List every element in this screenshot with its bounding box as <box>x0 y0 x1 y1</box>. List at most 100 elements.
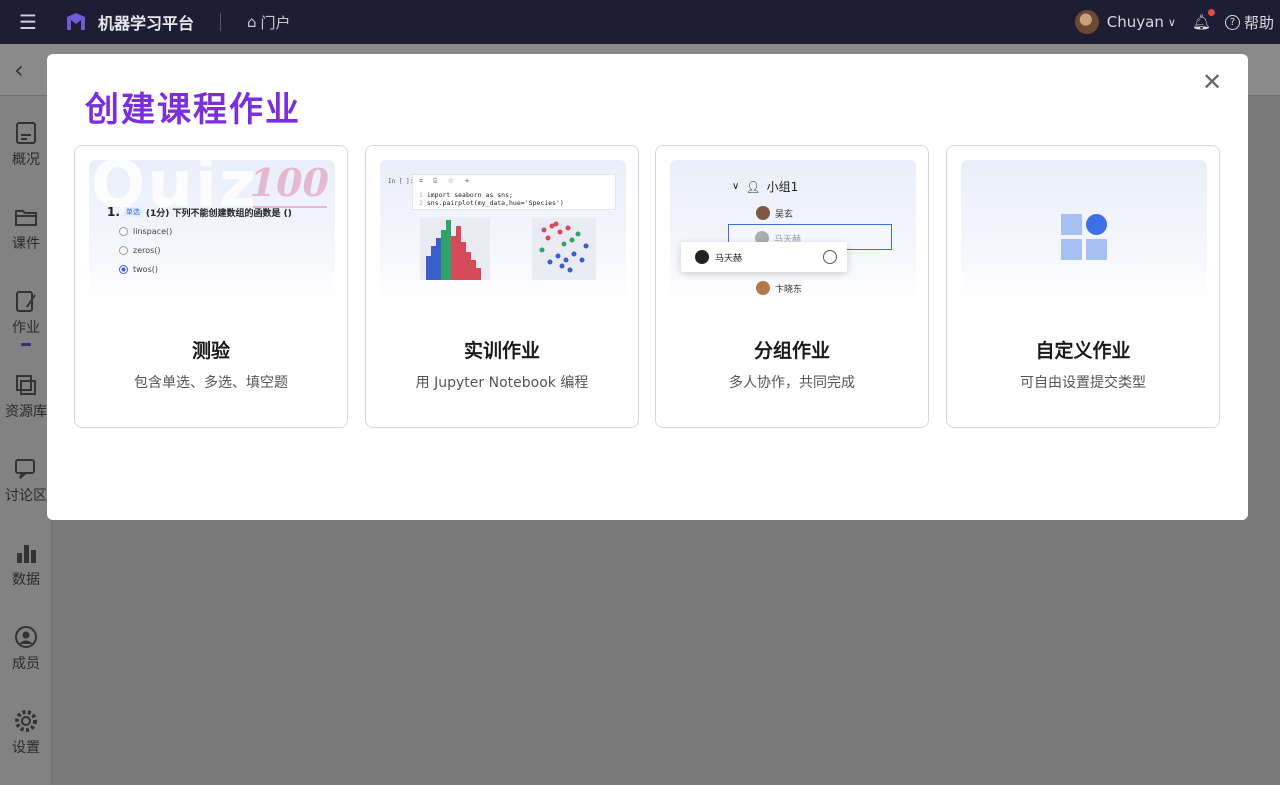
notification-dot <box>1207 9 1215 16</box>
portal-label: 门户 <box>260 13 291 32</box>
avatar <box>756 206 770 220</box>
group-name: 小组1 <box>766 180 799 194</box>
avatar[interactable] <box>1074 10 1099 34</box>
back-arrow-icon[interactable]: ‹ <box>14 56 24 84</box>
help-link[interactable]: ? 帮助 <box>1224 12 1274 33</box>
group-header: ∨ 👤︎ 小组1 <box>732 178 798 195</box>
sidebar-item-courseware[interactable]: 课件 <box>0 194 52 264</box>
sidebar-item-settings[interactable]: 设置 <box>0 698 52 768</box>
resource-icon <box>16 375 36 395</box>
member-name: 吴玄 <box>775 209 794 220</box>
card-description: 多人协作，共同完成 <box>729 375 855 391</box>
member-name: 马天赫 <box>715 253 743 264</box>
sidebar-item-label: 概况 <box>12 152 40 168</box>
left-sidebar: 概况 课件 作业 资源库 讨论区 数据 成员 设置 <box>0 96 52 785</box>
card-title: 测验 <box>191 340 230 362</box>
divider <box>220 13 222 31</box>
dragging-member-card: 马天赫 <box>681 242 847 272</box>
code-line: sns.pairplot(my_data,hue='Species') <box>426 199 564 207</box>
block-icon <box>1086 239 1107 260</box>
scatter-plot-icon <box>532 218 596 280</box>
sidebar-item-label: 数据 <box>12 572 40 588</box>
discussion-icon <box>15 459 35 479</box>
platform-logo <box>67 13 85 30</box>
custom-preview <box>961 160 1207 305</box>
avatar <box>695 250 709 264</box>
topbar-right: Chuyan ∨ 🔔︎ ? 帮助 <box>1074 0 1280 44</box>
quiz-option: linspace() <box>119 227 172 236</box>
close-icon[interactable]: ✕ <box>1198 68 1226 96</box>
card-description: 可自由设置提交类型 <box>1020 375 1146 391</box>
sidebar-item-label: 成员 <box>12 656 40 672</box>
question-number: 1. <box>107 205 120 219</box>
card-jupyter[interactable]: In [ ]: ⌗ ⌸ ☆ + 1 import seaborn as sns;… <box>365 145 639 428</box>
quiz-option: zeros() <box>119 246 161 255</box>
sidebar-item-label: 作业 <box>12 320 40 336</box>
portal-link[interactable]: ⌂ 门户 <box>247 12 291 33</box>
chevron-down-icon: ∨ <box>732 181 740 192</box>
user-name[interactable]: Chuyan <box>1107 13 1164 31</box>
jupyter-preview: In [ ]: ⌗ ⌸ ☆ + 1 import seaborn as sns;… <box>380 160 626 305</box>
notification-bell-icon[interactable]: 🔔︎ <box>1192 9 1215 31</box>
quiz-option: twos() <box>119 265 158 274</box>
card-title: 分组作业 <box>753 340 830 362</box>
sidebar-item-label: 资源库 <box>5 404 47 420</box>
group-member: 卞晓东 <box>756 281 802 295</box>
create-assignment-dialog: 创建课程作业 ✕ Quiz 100 1. 单选 (1分) 下列不能创建数组的函数… <box>47 54 1248 520</box>
home-icon: ⌂ <box>247 13 257 31</box>
question-text: (1分) 下列不能创建数组的函数是 () <box>145 208 292 219</box>
members-icon <box>15 626 37 648</box>
card-title: 实训作业 <box>463 340 540 362</box>
option-label: twos() <box>133 265 158 274</box>
assignment-icon <box>16 291 36 312</box>
active-indicator <box>21 343 31 346</box>
code-block: 1 import seaborn as sns; 2 sns.pairplot(… <box>419 191 564 207</box>
app-title: 机器学习平台 <box>98 14 195 33</box>
option-label: zeros() <box>133 246 161 255</box>
folder-icon <box>15 210 37 226</box>
chevron-down-icon[interactable]: ∨ <box>1168 16 1176 29</box>
quiz-question: 1. 单选 (1分) 下列不能创建数组的函数是 () <box>107 205 292 219</box>
help-label: 帮助 <box>1243 13 1274 32</box>
card-group[interactable]: ∨ 👤︎ 小组1 吴玄 马天赫 马天赫 卞晓东 分组作业 多人协作，共同完成 <box>655 145 929 428</box>
card-custom[interactable]: 自定义作业 可自由设置提交类型 <box>946 145 1220 428</box>
group-member: 吴玄 <box>756 206 793 220</box>
top-navigation-bar: ☰ 机器学习平台 ⌂ 门户 Chuyan ∨ 🔔︎ ? 帮助 <box>0 0 1280 44</box>
cell-toolbar-icons: ⌗ ⌸ ☆ + <box>419 177 474 185</box>
sidebar-item-discussion[interactable]: 讨论区 <box>0 446 52 516</box>
card-description: 包含单选、多选、填空题 <box>134 375 288 391</box>
card-quiz[interactable]: Quiz 100 1. 单选 (1分) 下列不能创建数组的函数是 () lins… <box>74 145 348 428</box>
sidebar-item-assignment[interactable]: 作业 <box>0 278 52 348</box>
circle-block-icon <box>1086 214 1107 235</box>
sidebar-item-resources[interactable]: 资源库 <box>0 362 52 432</box>
radio-icon <box>119 227 128 236</box>
member-name: 卞晓东 <box>775 284 803 295</box>
question-type-tag: 单选 <box>123 207 142 217</box>
sidebar-item-data[interactable]: 数据 <box>0 530 52 600</box>
radio-icon <box>119 246 128 255</box>
settings-icon <box>15 710 37 732</box>
overview-icon <box>16 122 36 144</box>
group-user-icon: 👤︎ <box>745 179 761 194</box>
option-label: linspace() <box>133 227 173 236</box>
code-cell: ⌗ ⌸ ☆ + 1 import seaborn as sns; 2 sns.p… <box>412 174 616 210</box>
user-add-icon <box>823 250 837 264</box>
sidebar-item-overview[interactable]: 概况 <box>0 110 52 180</box>
menu-icon[interactable]: ☰ <box>0 0 56 44</box>
sidebar-item-label: 课件 <box>12 236 40 252</box>
score-watermark: 100 <box>249 160 329 205</box>
quiz-preview: Quiz 100 1. 单选 (1分) 下列不能创建数组的函数是 () lins… <box>89 160 335 305</box>
dialog-title: 创建课程作业 <box>85 90 301 130</box>
block-icon <box>1061 214 1082 235</box>
sidebar-item-members[interactable]: 成员 <box>0 614 52 684</box>
group-preview: ∨ 👤︎ 小组1 吴玄 马天赫 马天赫 卞晓东 <box>670 160 916 305</box>
help-icon: ? <box>1224 14 1240 30</box>
card-description: 用 Jupyter Notebook 编程 <box>415 375 589 391</box>
sidebar-item-label: 讨论区 <box>5 488 47 504</box>
histogram-plot-icon <box>420 218 490 280</box>
block-icon <box>1061 239 1082 260</box>
data-icon <box>17 545 36 563</box>
card-title: 自定义作业 <box>1035 340 1131 362</box>
radio-selected-icon <box>119 265 128 274</box>
code-line: import seaborn as sns; <box>426 191 513 199</box>
